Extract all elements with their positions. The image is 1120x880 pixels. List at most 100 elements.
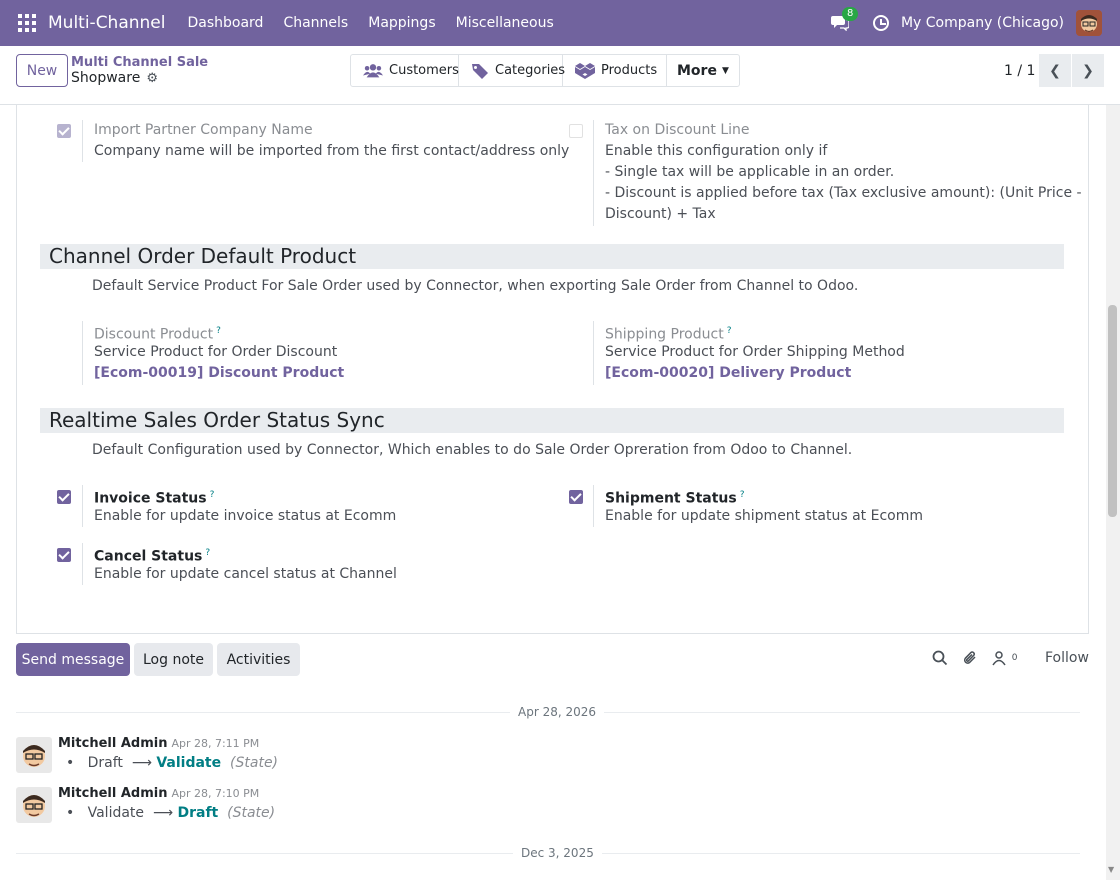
- help-tooltip-icon[interactable]: ?: [740, 490, 745, 500]
- products-smart-button[interactable]: Products: [563, 55, 667, 86]
- top-navbar: Multi-Channel Dashboard Channels Mapping…: [0, 0, 1120, 46]
- help-tooltip-icon[interactable]: ?: [205, 548, 210, 558]
- field-divider: [593, 120, 594, 226]
- help-tooltip-icon[interactable]: ?: [216, 326, 221, 336]
- more-label: More: [677, 62, 717, 79]
- invoice-status-checkbox[interactable]: [57, 490, 71, 504]
- message-author: Mitchell Admin Apr 28, 7:10 PM: [58, 786, 260, 801]
- section-description: Default Configuration used by Connector,…: [92, 442, 853, 458]
- message-author: Mitchell Admin Apr 28, 7:11 PM: [58, 736, 260, 751]
- field-divider: [82, 543, 83, 585]
- menu-mappings[interactable]: Mappings: [358, 15, 445, 31]
- breadcrumb-parent[interactable]: Multi Channel Sale: [71, 55, 208, 70]
- shipping-product-help: Service Product for Order Shipping Metho…: [605, 344, 905, 360]
- tax-discount-help-line: - Discount is applied before tax (Tax ex…: [605, 185, 1082, 201]
- activities-button[interactable]: Activities: [217, 643, 300, 676]
- discount-product-help: Service Product for Order Discount: [94, 344, 338, 360]
- control-panel: New Multi Channel Sale Shopware ⚙ Custom…: [0, 46, 1120, 105]
- categories-smart-button[interactable]: Categories: [459, 55, 566, 86]
- pager-next-button[interactable]: ❯: [1072, 54, 1104, 87]
- field-divider: [82, 321, 83, 385]
- customers-smart-button[interactable]: Customers: [351, 55, 459, 86]
- new-button[interactable]: New: [16, 54, 68, 87]
- tax-discount-checkbox[interactable]: [569, 124, 583, 138]
- section-title: Channel Order Default Product: [49, 244, 357, 268]
- new-value: Draft: [177, 805, 219, 821]
- follow-button[interactable]: Follow: [1045, 650, 1089, 666]
- smart-buttons: Customers Categories Products More ▼: [350, 54, 740, 87]
- author-avatar[interactable]: [16, 787, 52, 823]
- tax-discount-help-line: Enable this configuration only if: [605, 143, 828, 159]
- menu-channels[interactable]: Channels: [273, 15, 358, 31]
- shipment-status-checkbox[interactable]: [569, 490, 583, 504]
- section-status-sync: Realtime Sales Order Status Sync: [40, 408, 1064, 433]
- field-divider: [82, 120, 83, 162]
- app-brand[interactable]: Multi-Channel: [48, 13, 165, 33]
- import-partner-checkbox[interactable]: [57, 124, 71, 138]
- breadcrumb-current: Shopware ⚙: [71, 70, 158, 86]
- caret-down-icon: ▼: [721, 65, 729, 76]
- customers-label: Customers: [389, 63, 459, 78]
- record-name: Shopware: [71, 70, 141, 86]
- chat-count-badge: 8: [841, 7, 859, 21]
- pager-previous-button[interactable]: ❮: [1039, 54, 1071, 87]
- products-label: Products: [601, 63, 658, 78]
- tracking-change: • Draft ⟶ Validate (State): [66, 755, 279, 771]
- new-value: Validate: [156, 755, 222, 771]
- activity-clock-icon[interactable]: [872, 15, 889, 31]
- tax-discount-help-line: - Single tax will be applicable in an or…: [605, 164, 895, 180]
- more-dropdown[interactable]: More ▼: [667, 55, 739, 86]
- import-partner-label: Import Partner Company Name: [94, 122, 313, 138]
- apps-menu-icon[interactable]: [18, 14, 36, 32]
- author-avatar[interactable]: [16, 737, 52, 773]
- search-icon[interactable]: [932, 650, 948, 670]
- company-switcher[interactable]: My Company (Chicago): [901, 15, 1064, 31]
- import-partner-help: Company name will be imported from the f…: [94, 143, 570, 159]
- invoice-status-help: Enable for update invoice status at Ecom…: [94, 508, 397, 524]
- menu-dashboard[interactable]: Dashboard: [177, 15, 273, 31]
- field-divider: [593, 485, 594, 527]
- discount-product-link[interactable]: [Ecom-00019] Discount Product: [94, 363, 344, 384]
- chat-icon[interactable]: 8: [830, 7, 859, 32]
- categories-label: Categories: [495, 63, 566, 78]
- section-description: Default Service Product For Sale Order u…: [92, 278, 859, 294]
- date-separator-label: Apr 28, 2026: [510, 705, 605, 719]
- old-value: Draft: [87, 755, 123, 771]
- message-time: Apr 28, 7:10 PM: [171, 787, 260, 800]
- field-divider: [593, 321, 594, 385]
- chevron-left-icon: ❮: [1049, 62, 1061, 79]
- scroll-down-icon[interactable]: ▼: [1108, 865, 1114, 874]
- log-note-button[interactable]: Log note: [134, 643, 213, 676]
- pager-value[interactable]: 1 / 1: [1004, 63, 1035, 79]
- message-time: Apr 28, 7:11 PM: [171, 737, 260, 750]
- scrollbar-thumb[interactable]: [1108, 305, 1117, 517]
- shipment-status-help: Enable for update shipment status at Eco…: [605, 508, 923, 524]
- help-tooltip-icon[interactable]: ?: [210, 490, 215, 500]
- arrow-right-icon: ⟶: [152, 805, 174, 821]
- paperclip-icon[interactable]: [962, 650, 978, 670]
- user-avatar[interactable]: [1076, 10, 1102, 36]
- menu-miscellaneous[interactable]: Miscellaneous: [446, 15, 564, 31]
- chevron-right-icon: ❯: [1082, 62, 1094, 79]
- field-divider: [82, 485, 83, 527]
- shipping-product-link[interactable]: [Ecom-00020] Delivery Product: [605, 363, 851, 384]
- old-value: Validate: [87, 805, 145, 821]
- users-icon: [363, 63, 383, 79]
- arrow-right-icon: ⟶: [131, 755, 152, 771]
- followers-icon[interactable]: 0: [991, 650, 1018, 670]
- tracking-change: • Validate ⟶ Draft (State): [66, 805, 276, 821]
- tag-icon: [471, 63, 489, 79]
- send-message-button[interactable]: Send message: [16, 643, 130, 676]
- tax-discount-label: Tax on Discount Line: [605, 122, 750, 138]
- followers-count: 0: [1011, 653, 1018, 663]
- cubes-icon: [575, 62, 595, 79]
- tax-discount-help-line: Discount) + Tax: [605, 206, 716, 222]
- cancel-status-checkbox[interactable]: [57, 548, 71, 562]
- section-default-product: Channel Order Default Product: [40, 244, 1064, 269]
- date-separator-label: Dec 3, 2025: [513, 846, 602, 860]
- help-tooltip-icon[interactable]: ?: [727, 326, 732, 336]
- tracked-field: (State): [230, 755, 279, 771]
- section-title: Realtime Sales Order Status Sync: [49, 408, 385, 432]
- gear-icon[interactable]: ⚙: [146, 71, 158, 86]
- cancel-status-help: Enable for update cancel status at Chann…: [94, 566, 397, 582]
